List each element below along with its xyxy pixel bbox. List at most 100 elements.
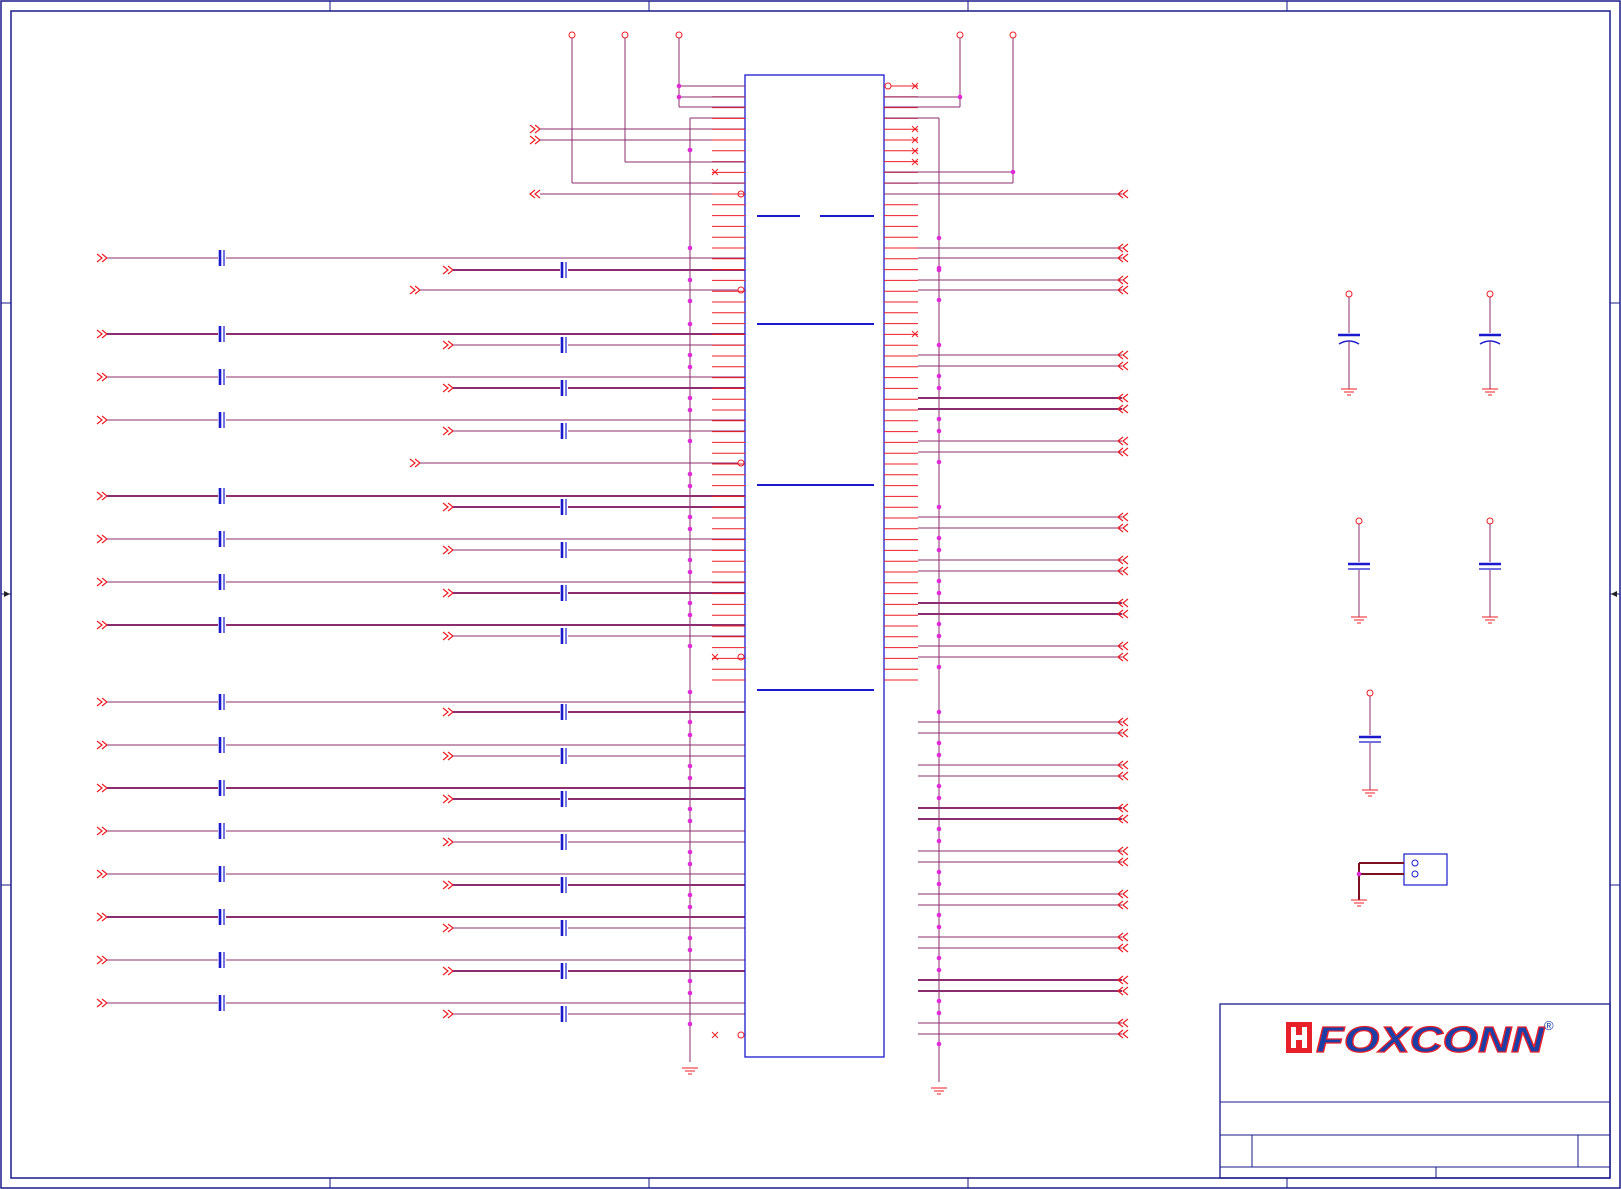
chevron xyxy=(442,966,449,976)
junction-dot xyxy=(936,752,942,758)
junction-dot xyxy=(936,924,942,930)
junction-dot xyxy=(687,935,693,941)
decoupling-capacitors xyxy=(1338,290,1501,797)
junction-dot xyxy=(687,364,693,370)
off-page-connector-icon xyxy=(442,794,454,804)
off-page-connector-icon xyxy=(96,955,108,965)
junction-dot xyxy=(936,912,942,918)
series-capacitor xyxy=(218,952,225,968)
ground-icon xyxy=(1482,616,1498,624)
junction-dot xyxy=(936,826,942,832)
junction-dot xyxy=(687,600,693,606)
junction-dot xyxy=(936,590,942,596)
off-page-connector-icon xyxy=(96,783,108,793)
chevron xyxy=(1122,975,1129,985)
series-capacitor xyxy=(218,412,225,428)
series-capacitor xyxy=(218,780,225,796)
series-capacitor xyxy=(560,920,567,936)
chevron xyxy=(1122,436,1129,446)
connector-pin xyxy=(1411,859,1419,867)
off-page-connector-icon xyxy=(409,458,421,468)
junction-dot xyxy=(687,643,693,649)
series-capacitor xyxy=(218,909,225,925)
junction-dot xyxy=(687,818,693,824)
chevron xyxy=(1122,889,1129,899)
series-capacitor xyxy=(218,995,225,1011)
series-capacitor xyxy=(218,250,225,266)
series-capacitor xyxy=(560,628,567,644)
title-block: FOXCONN ® xyxy=(1219,1003,1611,1179)
off-page-connector-icon xyxy=(96,415,108,425)
ground-icon xyxy=(1351,616,1367,624)
pin-ring xyxy=(1009,31,1017,39)
chevron xyxy=(1122,943,1129,953)
chevron xyxy=(1122,1029,1129,1039)
series-capacitor xyxy=(218,574,225,590)
chevron xyxy=(1122,189,1129,199)
off-page-connector-icon xyxy=(442,923,454,933)
chevron xyxy=(1122,555,1129,565)
off-page-connector-icon xyxy=(442,707,454,717)
chevron xyxy=(1122,803,1129,813)
zone-arrow-icon xyxy=(4,591,10,597)
junction-dot xyxy=(936,1010,942,1016)
ground-icon xyxy=(1482,388,1498,396)
junction-dot xyxy=(936,783,942,789)
chevron xyxy=(1122,243,1129,253)
off-page-connector-icon xyxy=(442,545,454,555)
off-page-connector-icon xyxy=(442,880,454,890)
chevron xyxy=(1122,652,1129,662)
decoupling-capacitor xyxy=(1359,689,1381,797)
junction-dot xyxy=(936,1041,942,1047)
junction-dot xyxy=(1010,169,1016,175)
pin-ring xyxy=(1486,517,1494,525)
chevron xyxy=(409,285,416,295)
chevron xyxy=(1122,275,1129,285)
pin-ring xyxy=(737,1031,745,1039)
series-capacitor xyxy=(560,542,567,558)
two-pin-connector xyxy=(1351,853,1448,907)
junction-dot xyxy=(936,235,942,241)
chevron xyxy=(442,880,449,890)
junction-dot xyxy=(936,740,942,746)
chevron xyxy=(1122,512,1129,522)
off-page-connector-icon xyxy=(442,1009,454,1019)
off-page-connector-icon xyxy=(442,265,454,275)
chevron xyxy=(1122,253,1129,263)
junction-dot xyxy=(687,147,693,153)
foxconn-logo: FOXCONN ® xyxy=(1286,1018,1554,1061)
junction-dot xyxy=(687,277,693,283)
chevron xyxy=(442,426,449,436)
junction-dot xyxy=(936,416,942,422)
junction-dot xyxy=(687,514,693,520)
chevron xyxy=(96,740,103,750)
chevron xyxy=(96,955,103,965)
chevron xyxy=(96,577,103,587)
off-page-connector-icon xyxy=(442,631,454,641)
junction-dot xyxy=(936,373,942,379)
off-page-connector-icon xyxy=(442,426,454,436)
junction-dot xyxy=(687,947,693,953)
off-page-connector-icon xyxy=(442,588,454,598)
chevron xyxy=(1122,523,1129,533)
junction-dot xyxy=(936,795,942,801)
right-signal-nets xyxy=(884,82,1129,1095)
junction-dot xyxy=(687,990,693,996)
registered-mark: ® xyxy=(1544,1018,1554,1033)
off-page-connector-icon xyxy=(529,124,541,134)
series-capacitor xyxy=(218,326,225,342)
junction-dot xyxy=(687,395,693,401)
chevron xyxy=(1122,447,1129,457)
junction-dot xyxy=(936,967,942,973)
ground-icon xyxy=(682,1067,698,1075)
series-capacitor xyxy=(560,1006,567,1022)
chevron xyxy=(442,631,449,641)
off-page-connector-icon xyxy=(442,383,454,393)
pin-ring xyxy=(737,653,745,661)
series-capacitor xyxy=(560,704,567,720)
junction-dot xyxy=(687,892,693,898)
chevron xyxy=(96,697,103,707)
junction-dot xyxy=(936,267,942,273)
logo-mark-cut xyxy=(1291,1035,1307,1040)
chevron xyxy=(442,502,449,512)
